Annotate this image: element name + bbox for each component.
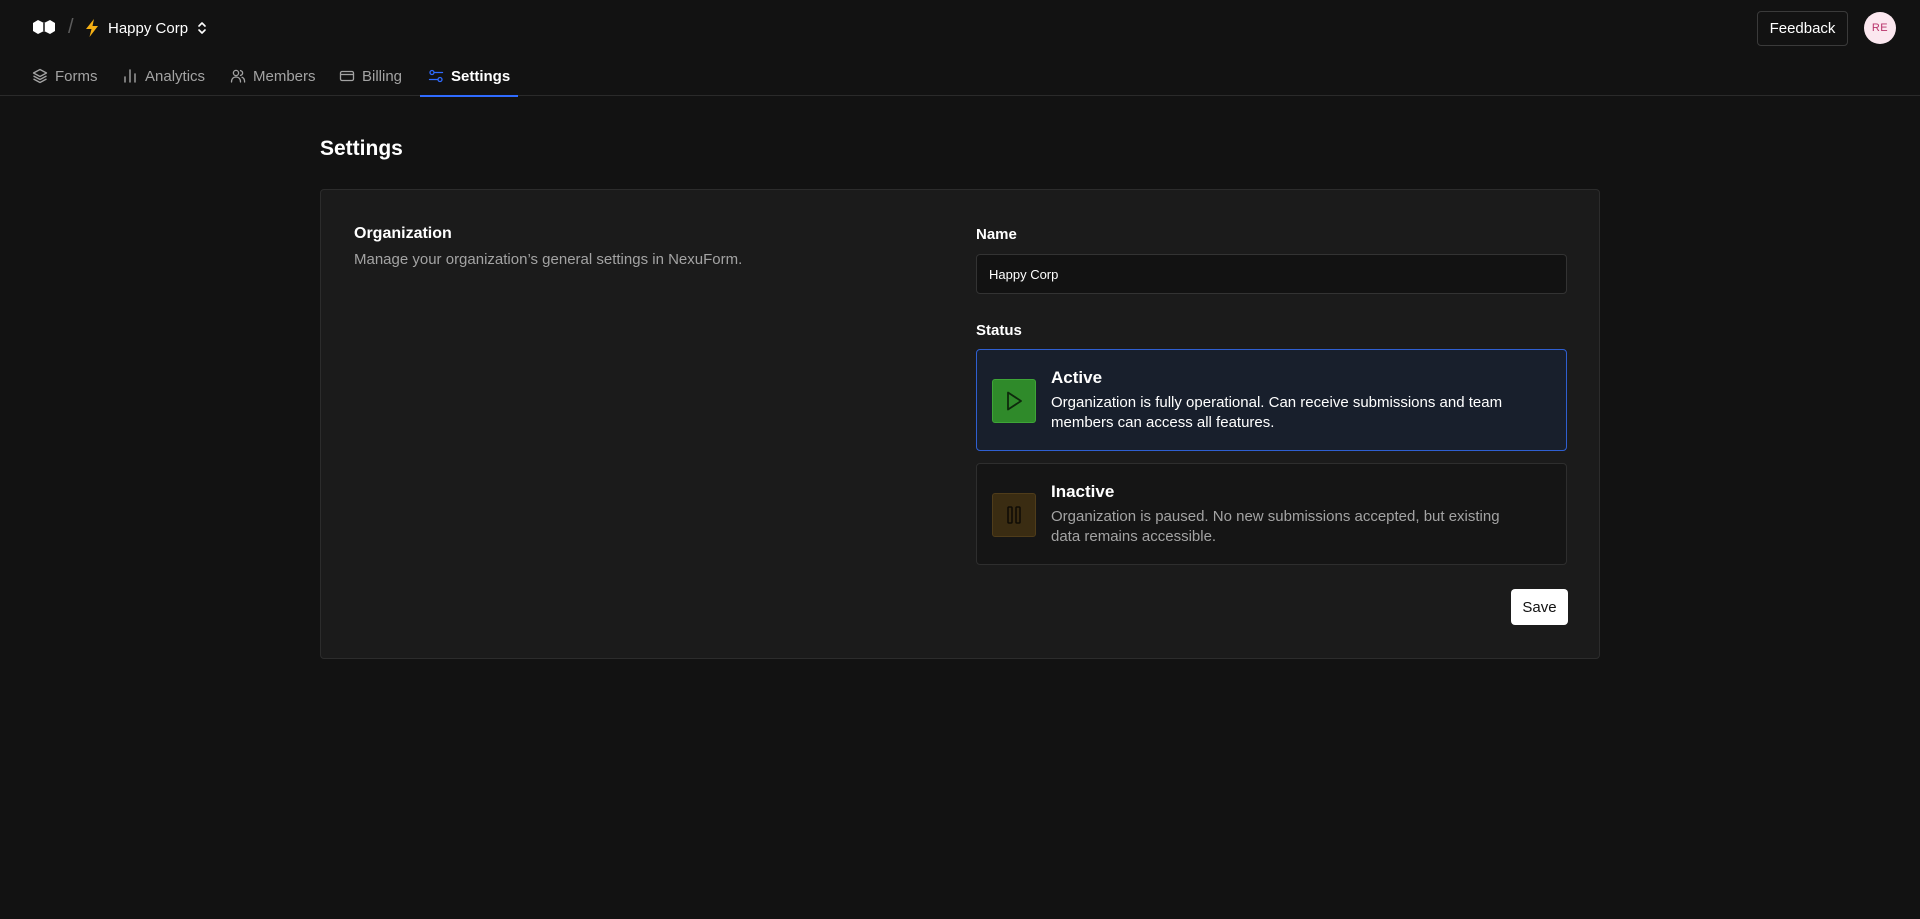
pause-icon: [992, 493, 1036, 537]
name-input[interactable]: [976, 254, 1567, 294]
tab-settings[interactable]: Settings: [420, 56, 519, 97]
status-option-inactive[interactable]: Inactive Organization is paused. No new …: [976, 463, 1567, 565]
status-option-active[interactable]: Active Organization is fully operational…: [976, 349, 1567, 451]
layers-icon: [32, 68, 48, 84]
credit-card-icon: [339, 70, 355, 82]
tab-billing-label: Billing: [362, 67, 403, 85]
status-option-active-description: Organization is fully operational. Can r…: [1051, 394, 1503, 431]
logo-icon[interactable]: [32, 19, 56, 35]
users-icon: [230, 69, 246, 83]
org-name: Happy Corp: [108, 19, 189, 37]
bar-chart-icon: [124, 69, 136, 83]
feedback-button[interactable]: Feedback: [1757, 11, 1848, 46]
tab-forms[interactable]: Forms: [24, 56, 106, 96]
section-title: Organization: [354, 225, 452, 242]
tab-analytics[interactable]: Analytics: [114, 56, 213, 96]
tab-members[interactable]: Members: [222, 56, 324, 96]
tab-billing[interactable]: Billing: [331, 56, 410, 96]
top-bar: / Happy Corp Feedback RE: [0, 0, 1920, 56]
name-label: Name: [976, 226, 1017, 243]
status-option-inactive-title: Inactive: [1051, 482, 1115, 501]
status-option-inactive-description: Organization is paused. No new submissio…: [1051, 508, 1500, 545]
status-option-active-title: Active: [1051, 368, 1103, 387]
chevron-up-down-icon: [198, 22, 206, 34]
status-label: Status: [976, 322, 1022, 339]
page-title: Settings: [320, 137, 403, 160]
sliders-icon: [428, 69, 444, 83]
save-button[interactable]: Save: [1511, 589, 1568, 625]
avatar[interactable]: RE: [1864, 12, 1896, 44]
organization-settings-card: Organization Manage your organization’s …: [320, 189, 1600, 659]
tab-forms-label: Forms: [55, 67, 98, 85]
section-description: Manage your organization’s general setti…: [354, 251, 743, 268]
tab-analytics-label: Analytics: [145, 67, 206, 85]
play-icon: [992, 379, 1036, 423]
org-switcher[interactable]: Happy Corp: [84, 16, 208, 40]
tab-members-label: Members: [253, 67, 316, 85]
bolt-icon: [86, 19, 98, 37]
tab-settings-label: Settings: [451, 67, 511, 85]
breadcrumb-separator: /: [68, 16, 74, 38]
main-nav: Forms Analytics Members Billing Settings: [0, 56, 1920, 97]
